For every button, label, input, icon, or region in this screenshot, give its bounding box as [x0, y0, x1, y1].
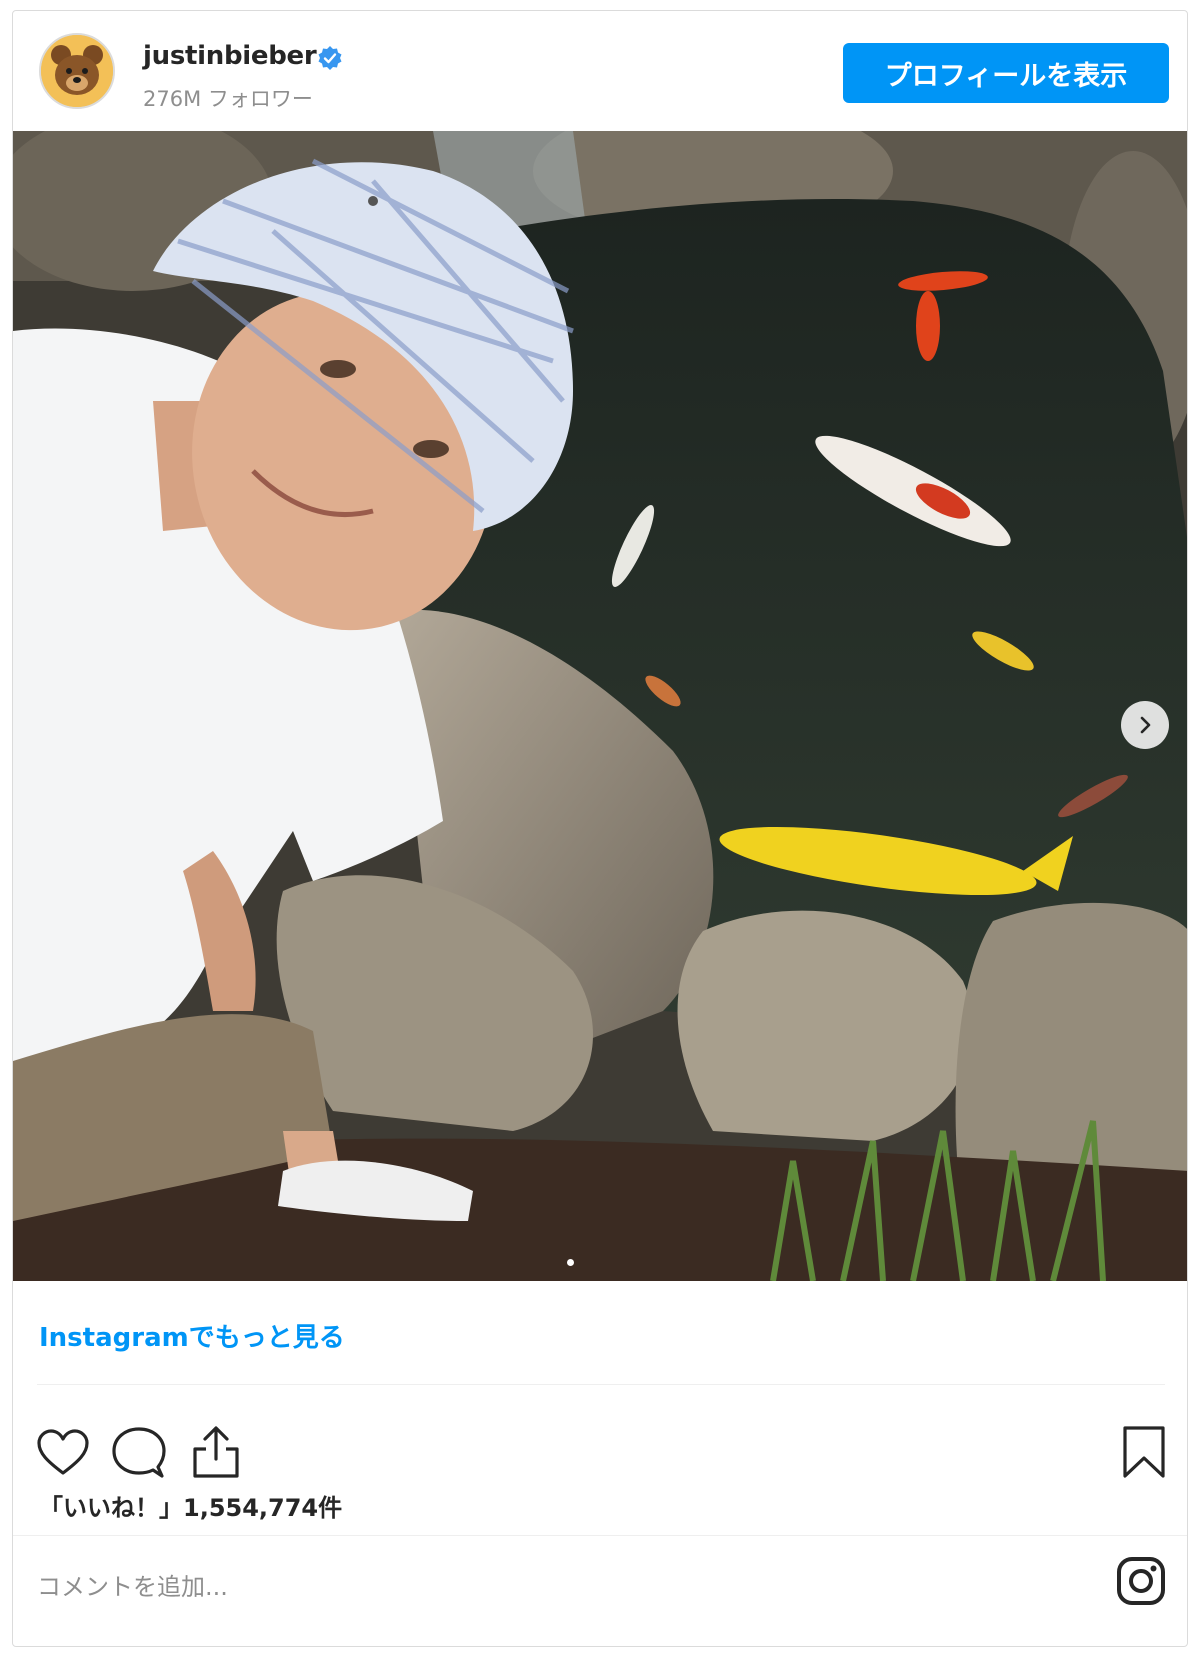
- username[interactable]: justinbieber: [143, 41, 317, 71]
- heart-icon[interactable]: [37, 1429, 89, 1477]
- bear-avatar-icon: [41, 35, 113, 107]
- post-header: justinbieber 276M フォロワー プロフィールを表示: [13, 11, 1187, 131]
- carousel-next-button[interactable]: [1121, 701, 1169, 749]
- instagram-logo-icon[interactable]: [1116, 1556, 1166, 1606]
- view-more-on-instagram-link[interactable]: Instagramでもっと見る: [39, 1317, 345, 1354]
- avatar[interactable]: [39, 33, 115, 109]
- carousel-indicator-dot: [567, 1259, 574, 1266]
- like-count: 「いいね！」1,554,774件: [39, 1494, 343, 1522]
- post-photo[interactable]: [13, 131, 1187, 1281]
- chevron-right-icon: [1140, 716, 1151, 734]
- divider: [13, 1535, 1187, 1536]
- bookmark-icon[interactable]: [1121, 1425, 1167, 1479]
- divider: [37, 1384, 1165, 1385]
- photo-illustration: [13, 131, 1187, 1281]
- follower-count: 276M フォロワー: [143, 87, 313, 111]
- comment-input[interactable]: [35, 1551, 1039, 1623]
- view-profile-button[interactable]: プロフィールを表示: [843, 43, 1169, 103]
- instagram-embed-card: justinbieber 276M フォロワー プロフィールを表示 Instag…: [12, 10, 1188, 1647]
- share-icon[interactable]: [191, 1425, 241, 1479]
- verified-badge-icon: [318, 46, 342, 70]
- comment-icon[interactable]: [112, 1427, 166, 1479]
